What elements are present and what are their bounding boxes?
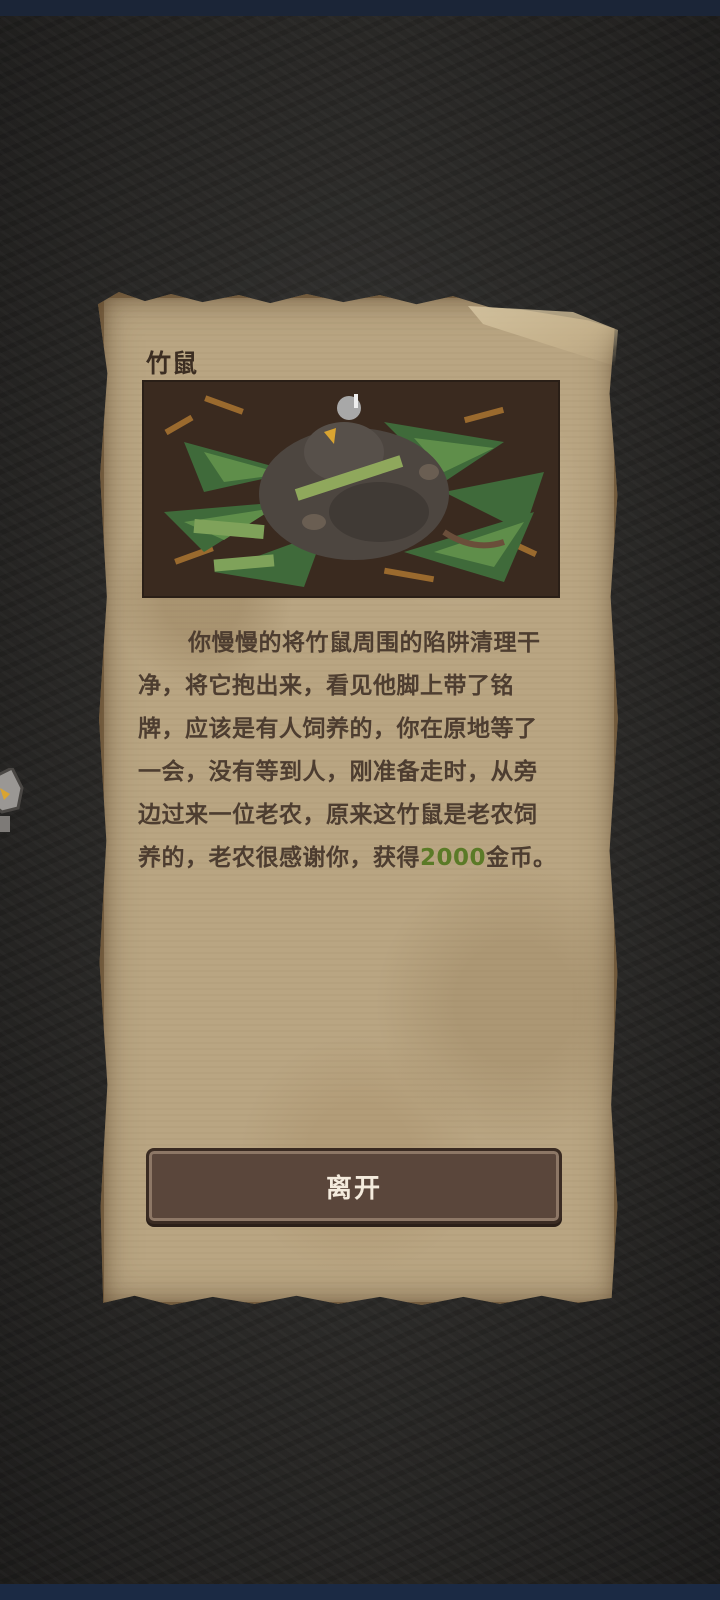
game-screen: 竹鼠 你慢慢的将竹鼠周围的陷阱清理干净，将它抱出来，看见他脚上带了铭牌，应该是有… xyxy=(0,0,720,1600)
status-bar xyxy=(0,0,720,16)
leave-button[interactable]: 离开 xyxy=(146,1148,562,1224)
story-text: 你慢慢的将竹鼠周围的陷阱清理干净，将它抱出来，看见他脚上带了铭牌，应该是有人饲养… xyxy=(138,630,541,871)
side-character-icon xyxy=(0,768,24,832)
story-text-end: 金币。 xyxy=(486,845,557,871)
reward-amount: 2000 xyxy=(420,845,487,871)
event-story-text: 你慢慢的将竹鼠周围的陷阱清理干净，将它抱出来，看见他脚上带了铭牌，应该是有人饲养… xyxy=(138,622,558,880)
bamboo-rat-illustration xyxy=(142,380,560,598)
event-card: 竹鼠 你慢慢的将竹鼠周围的陷阱清理干净，将它抱出来，看见他脚上带了铭牌，应该是有… xyxy=(98,292,620,1308)
navigation-bar xyxy=(0,1584,720,1600)
event-title: 竹鼠 xyxy=(146,349,199,378)
